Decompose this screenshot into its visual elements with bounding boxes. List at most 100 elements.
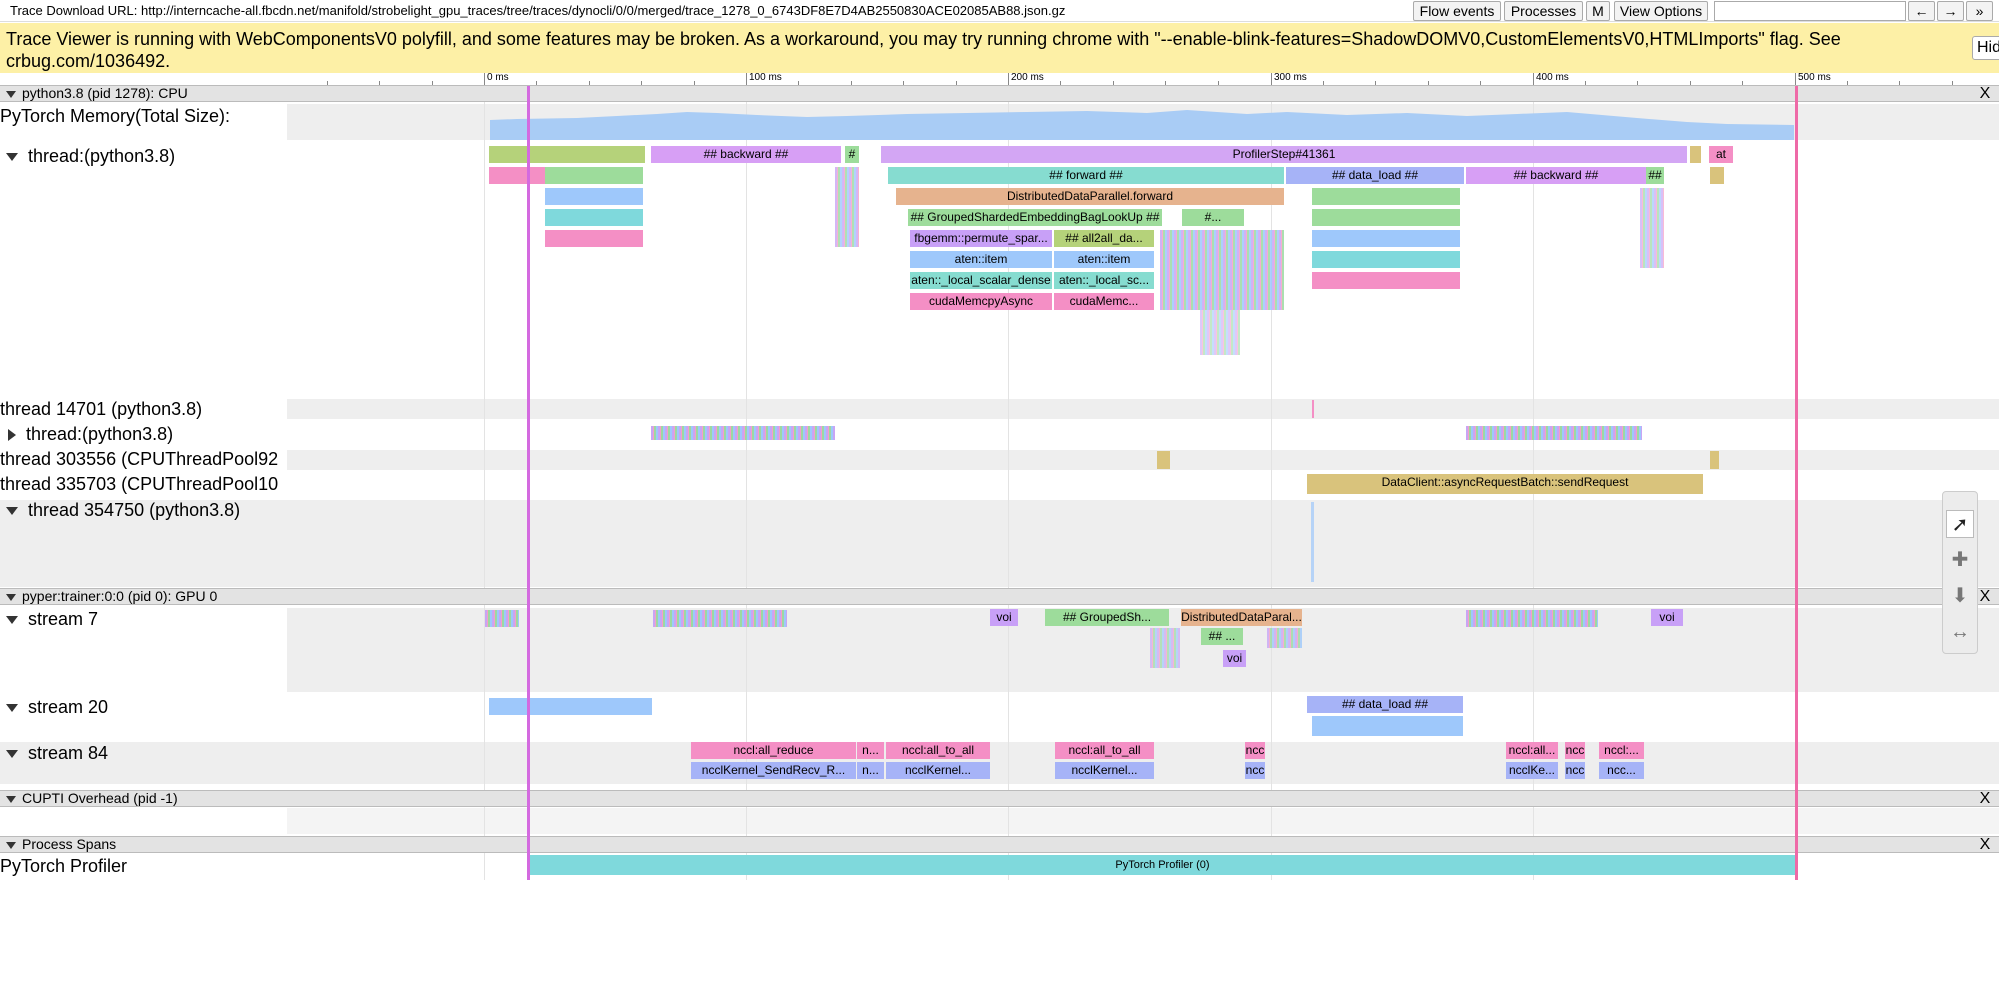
slice[interactable]: voi xyxy=(990,609,1018,626)
slice[interactable]: aten::_local_scalar_dense xyxy=(910,272,1052,289)
slice[interactable]: nccl:... xyxy=(1599,742,1644,759)
slice[interactable]: at xyxy=(1709,146,1733,163)
slice[interactable]: aten::item xyxy=(910,251,1052,268)
slice[interactable]: ncclKernel_SendRecv_R... xyxy=(691,762,856,779)
stream-20-label[interactable]: stream 20 xyxy=(0,697,282,718)
slice[interactable]: fbgemm::permute_spar... xyxy=(910,230,1052,247)
m-button[interactable]: M xyxy=(1586,1,1610,21)
slice[interactable]: n... xyxy=(857,762,884,779)
pan-tool-icon[interactable]: ✚ xyxy=(1946,546,1974,574)
slice[interactable]: aten::_local_sc... xyxy=(1054,272,1154,289)
slice[interactable]: nccl:all... xyxy=(1506,742,1558,759)
slice[interactable]: voi xyxy=(1223,650,1246,667)
process-header-cupti[interactable]: CUPTI Overhead (pid -1) X xyxy=(0,790,1999,807)
processes-button[interactable]: Processes xyxy=(1504,1,1583,21)
slice[interactable]: DistributedDataParal... xyxy=(1181,609,1302,626)
zoom-tool-icon[interactable]: ⬇ xyxy=(1946,582,1974,610)
slice[interactable]: PyTorch Profiler (0) xyxy=(530,855,1795,875)
slice[interactable] xyxy=(545,230,643,247)
more-button[interactable]: » xyxy=(1966,1,1993,21)
close-process-icon[interactable]: X xyxy=(1978,86,1992,102)
slice[interactable] xyxy=(1312,209,1460,226)
slice[interactable] xyxy=(489,167,545,184)
collapse-triangle-icon[interactable] xyxy=(6,616,18,625)
stream-7-label[interactable]: stream 7 xyxy=(0,609,282,630)
trace-download-url[interactable]: Trace Download URL: http://interncache-a… xyxy=(10,3,1065,18)
slice[interactable]: ncc xyxy=(1245,742,1265,759)
slice[interactable]: DistributedDataParallel.forward xyxy=(896,188,1284,205)
slice[interactable] xyxy=(1312,251,1460,268)
collapse-triangle-icon[interactable] xyxy=(6,153,18,162)
process-header-spans[interactable]: Process Spans X xyxy=(0,836,1999,853)
slice[interactable]: ncclKernel... xyxy=(886,762,990,779)
collapse-triangle-icon[interactable] xyxy=(6,507,18,516)
collapse-triangle-icon[interactable] xyxy=(6,841,16,849)
slice[interactable] xyxy=(545,209,643,226)
select-tool-icon[interactable]: ➚ xyxy=(1946,510,1974,538)
slice[interactable]: cudaMemcpyAsync xyxy=(910,293,1052,310)
slice[interactable]: ## forward ## xyxy=(888,167,1284,184)
slice[interactable] xyxy=(1312,188,1460,205)
slice[interactable]: ## ... xyxy=(1201,628,1243,645)
back-arrow-button[interactable]: ← xyxy=(1908,1,1935,21)
main-thread-label[interactable]: thread:(python3.8) xyxy=(0,146,282,167)
slice[interactable]: ncc xyxy=(1565,762,1585,779)
slice[interactable]: nccl:all_to_all xyxy=(886,742,990,759)
slice[interactable]: ncclKe... xyxy=(1506,762,1558,779)
slice[interactable]: ProfilerStep#41361 xyxy=(881,146,1687,163)
slice[interactable]: aten::item xyxy=(1054,251,1154,268)
collapse-triangle-icon[interactable] xyxy=(6,704,18,713)
slice[interactable] xyxy=(1312,272,1460,289)
slice[interactable] xyxy=(1312,400,1314,418)
collapse-triangle-icon[interactable] xyxy=(6,795,16,803)
slice[interactable]: ncclKernel... xyxy=(1055,762,1154,779)
slice[interactable]: cudaMemc... xyxy=(1054,293,1154,310)
slice[interactable] xyxy=(1710,167,1724,184)
forward-arrow-button[interactable]: → xyxy=(1937,1,1964,21)
slice[interactable]: ## xyxy=(1646,167,1664,184)
close-process-icon[interactable]: X xyxy=(1978,837,1992,853)
view-options-button[interactable]: View Options xyxy=(1614,1,1708,21)
slice[interactable]: ## backward ## xyxy=(651,146,841,163)
slice[interactable]: ## GroupedSh... xyxy=(1045,609,1169,626)
slice[interactable]: #... xyxy=(1182,209,1244,226)
process-header-cpu[interactable]: python3.8 (pid 1278): CPU X xyxy=(0,85,1999,102)
slice[interactable] xyxy=(489,698,652,715)
slice[interactable]: DataClient::asyncRequestBatch::sendReque… xyxy=(1307,474,1703,494)
slice[interactable] xyxy=(545,167,643,184)
collapse-triangle-icon[interactable] xyxy=(6,593,16,601)
collapse-triangle-icon[interactable] xyxy=(6,90,16,98)
slice[interactable] xyxy=(489,146,645,163)
slice[interactable]: ## backward ## xyxy=(1466,167,1646,184)
slice[interactable]: nccl:all_reduce xyxy=(691,742,856,759)
search-input[interactable] xyxy=(1714,1,1906,21)
slice[interactable]: n... xyxy=(857,742,884,759)
sub-thread-label[interactable]: thread:(python3.8) xyxy=(0,424,282,445)
close-process-icon[interactable]: X xyxy=(1978,589,1992,605)
selection-marker-left[interactable] xyxy=(527,86,530,880)
close-process-icon[interactable]: X xyxy=(1978,791,1992,807)
process-header-gpu[interactable]: pyper:trainer:0:0 (pid 0): GPU 0 X xyxy=(0,588,1999,605)
slice[interactable]: voi xyxy=(1651,609,1683,626)
slice[interactable]: ## data_load ## xyxy=(1286,167,1464,184)
slice[interactable]: ## GroupedShardedEmbeddingBagLookUp ## xyxy=(908,209,1162,226)
slice[interactable] xyxy=(1311,502,1314,582)
slice[interactable] xyxy=(1157,451,1170,469)
slice[interactable]: ## data_load ## xyxy=(1307,696,1463,713)
hide-banner-button[interactable]: Hide xyxy=(1972,36,1999,60)
slice[interactable]: nccl:all_to_all xyxy=(1055,742,1154,759)
stream-84-label[interactable]: stream 84 xyxy=(0,743,282,764)
slice[interactable] xyxy=(1710,451,1719,469)
expand-triangle-icon[interactable] xyxy=(8,429,16,442)
slice[interactable] xyxy=(545,188,643,205)
slice[interactable] xyxy=(1312,230,1460,247)
selection-marker-right[interactable] xyxy=(1795,86,1798,880)
slice[interactable] xyxy=(1690,146,1701,163)
slice[interactable]: ncc xyxy=(1245,762,1265,779)
collapse-triangle-icon[interactable] xyxy=(6,750,18,759)
thread-354750-label[interactable]: thread 354750 (python3.8) xyxy=(0,500,282,521)
slice[interactable]: # xyxy=(845,146,859,163)
slice[interactable]: ## all2all_da... xyxy=(1054,230,1154,247)
flow-events-button[interactable]: Flow events xyxy=(1413,1,1501,21)
timing-tool-icon[interactable]: ↔ xyxy=(1946,618,1974,646)
